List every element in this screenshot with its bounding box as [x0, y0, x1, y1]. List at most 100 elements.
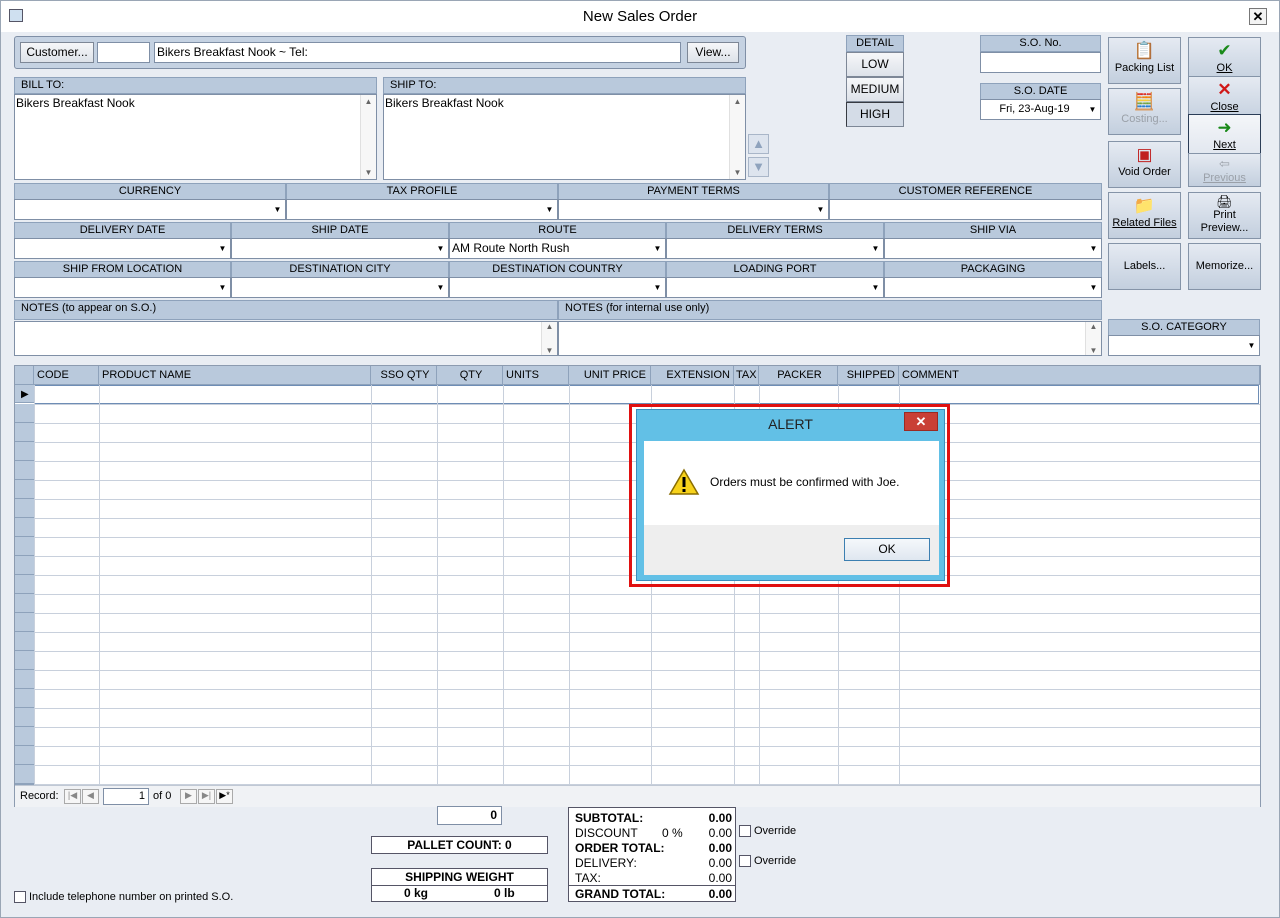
route-select[interactable]: AM Route North Rush ▼	[449, 238, 666, 259]
so-no-field[interactable]	[980, 52, 1101, 73]
move-up-icon[interactable]: ▲	[748, 134, 769, 154]
packaging-select[interactable]: ▼	[884, 277, 1102, 298]
print-preview-button[interactable]: 🖨 Print Preview...	[1188, 192, 1261, 239]
detail-high-button[interactable]: HIGH	[846, 102, 904, 127]
ship-via-select[interactable]: ▼	[884, 238, 1102, 259]
last-record-icon[interactable]: ▶|	[198, 789, 215, 804]
notes-internal-field[interactable]: ▲ ▼	[558, 321, 1102, 356]
chevron-down-icon[interactable]: ▼	[1085, 100, 1100, 119]
chevron-down-icon[interactable]: ▼	[542, 200, 557, 219]
col-units[interactable]: UNITS	[503, 366, 569, 385]
so-date-field[interactable]: Fri, 23-Aug-19 ▼	[980, 99, 1101, 120]
labels-button[interactable]: Labels...	[1108, 243, 1181, 290]
row-selector[interactable]	[15, 727, 34, 746]
row-selector[interactable]	[15, 784, 34, 785]
so-category-select[interactable]: ▼	[1108, 335, 1260, 356]
row-selector[interactable]	[15, 499, 34, 518]
current-row-editor[interactable]	[34, 385, 1259, 404]
currency-select[interactable]: ▼	[14, 199, 286, 220]
loading-port-select[interactable]: ▼	[666, 277, 884, 298]
row-selector[interactable]	[15, 461, 34, 480]
tax-profile-select[interactable]: ▼	[286, 199, 558, 220]
detail-low-button[interactable]: LOW	[846, 52, 904, 77]
col-product-name[interactable]: PRODUCT NAME	[99, 366, 371, 385]
include-phone-checkbox[interactable]	[14, 891, 26, 904]
row-selector[interactable]	[15, 518, 34, 537]
ship-to-scrollbar[interactable]: ▲ ▼	[729, 95, 745, 179]
col-shipped[interactable]: SHIPPED	[838, 366, 899, 385]
destination-city-select[interactable]: ▼	[231, 277, 449, 298]
customer-code-field[interactable]	[97, 42, 150, 63]
row-selector[interactable]	[15, 442, 34, 461]
alert-close-button[interactable]: ✕	[904, 412, 938, 431]
row-selector[interactable]	[15, 632, 34, 651]
row-selector[interactable]	[15, 651, 34, 670]
chevron-down-icon[interactable]: ▼	[868, 239, 883, 258]
row-selector[interactable]	[15, 423, 34, 442]
next-record-icon[interactable]: ▶	[180, 789, 197, 804]
ship-from-location-select[interactable]: ▼	[14, 277, 231, 298]
col-code[interactable]: CODE	[34, 366, 99, 385]
chevron-down-icon[interactable]: ▼	[650, 239, 665, 258]
col-unit-price[interactable]: UNIT PRICE	[569, 366, 651, 385]
col-comment[interactable]: COMMENT	[899, 366, 1260, 385]
record-number-field[interactable]: 1	[103, 788, 149, 805]
chevron-down-icon[interactable]: ▼	[1086, 278, 1101, 297]
discount-percent[interactable]: 0 %	[662, 826, 683, 840]
discount-override-checkbox[interactable]	[739, 825, 751, 838]
delivery-override[interactable]: Override	[739, 855, 796, 868]
related-files-button[interactable]: 📁 Related Files	[1108, 192, 1181, 239]
detail-medium-button[interactable]: MEDIUM	[846, 77, 904, 102]
chevron-down-icon[interactable]: ▼	[215, 278, 230, 297]
row-selector[interactable]	[15, 594, 34, 613]
notes-public-scrollbar[interactable]: ▲ ▼	[541, 322, 557, 355]
row-selector[interactable]	[15, 556, 34, 575]
row-selector[interactable]	[15, 746, 34, 765]
col-extension[interactable]: EXTENSION	[651, 366, 734, 385]
chevron-down-icon[interactable]: ▼	[868, 278, 883, 297]
chevron-down-icon[interactable]: ▼	[813, 200, 828, 219]
col-tax[interactable]: TAX	[734, 366, 759, 385]
col-qty[interactable]: QTY	[437, 366, 503, 385]
col-sso-qty[interactable]: SSO QTY	[371, 366, 437, 385]
row-selector[interactable]	[15, 689, 34, 708]
delivery-date-select[interactable]: ▼	[14, 238, 231, 259]
row-selector[interactable]	[15, 765, 34, 784]
row-selector[interactable]	[15, 480, 34, 499]
notes-public-field[interactable]: ▲ ▼	[14, 321, 558, 356]
new-record-icon[interactable]: ▶*	[216, 789, 233, 804]
move-down-icon[interactable]: ▼	[748, 157, 769, 177]
costing-button[interactable]: 🧮 Costing...	[1108, 88, 1181, 135]
chevron-down-icon[interactable]: ▼	[433, 239, 448, 258]
discount-override[interactable]: Override	[739, 825, 796, 838]
chevron-down-icon[interactable]: ▼	[1086, 239, 1101, 258]
window-close-button[interactable]: ✕	[1249, 8, 1267, 25]
row-selector[interactable]	[15, 708, 34, 727]
chevron-down-icon[interactable]: ▼	[650, 278, 665, 297]
previous-button[interactable]: ⇦ Previous	[1188, 153, 1261, 187]
customer-button[interactable]: Customer...	[20, 42, 94, 63]
col-packer[interactable]: PACKER	[759, 366, 838, 385]
ship-to-address[interactable]: Bikers Breakfast Nook ▲ ▼	[383, 94, 746, 180]
delivery-override-checkbox[interactable]	[739, 855, 751, 868]
chevron-down-icon[interactable]: ▼	[215, 239, 230, 258]
void-order-button[interactable]: ▣ Void Order	[1108, 141, 1181, 188]
packing-list-button[interactable]: 📋 Packing List	[1108, 37, 1181, 84]
bill-to-scrollbar[interactable]: ▲ ▼	[360, 95, 376, 179]
view-customer-button[interactable]: View...	[687, 42, 739, 63]
alert-ok-button[interactable]: OK	[844, 538, 930, 561]
delivery-terms-select[interactable]: ▼	[666, 238, 884, 259]
chevron-down-icon[interactable]: ▼	[433, 278, 448, 297]
memorize-button[interactable]: Memorize...	[1188, 243, 1261, 290]
payment-terms-select[interactable]: ▼	[558, 199, 829, 220]
first-record-icon[interactable]: |◀	[64, 789, 81, 804]
destination-country-select[interactable]: ▼	[449, 277, 666, 298]
row-selector[interactable]	[15, 575, 34, 594]
prev-record-icon[interactable]: ◀	[82, 789, 99, 804]
ship-date-select[interactable]: ▼	[231, 238, 449, 259]
chevron-down-icon[interactable]: ▼	[270, 200, 285, 219]
bill-to-address[interactable]: Bikers Breakfast Nook ▲ ▼	[14, 94, 377, 180]
chevron-down-icon[interactable]: ▼	[1244, 336, 1259, 355]
customer-name-field[interactable]: Bikers Breakfast Nook ~ Tel:	[154, 42, 681, 63]
row-selector[interactable]	[15, 537, 34, 556]
